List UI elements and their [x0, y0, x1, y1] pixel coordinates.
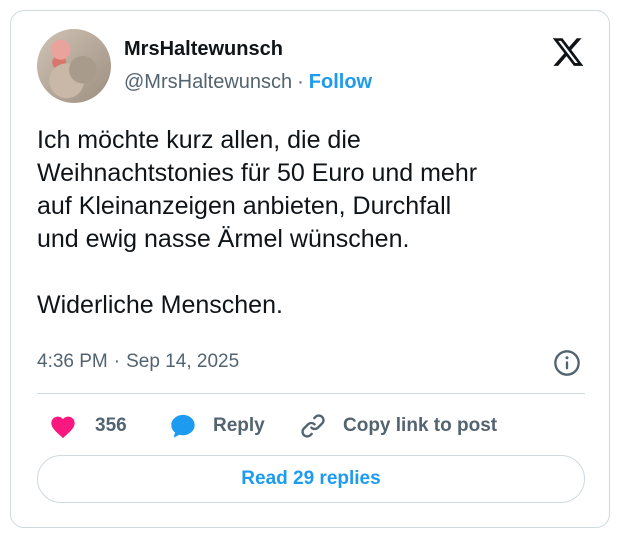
tweet-text: Ich möchte kurz allen, die die Weihnacht… [37, 124, 597, 322]
action-bar: 356 Reply Copy link to post [37, 411, 585, 441]
separator-dot: · [113, 351, 121, 372]
follow-button[interactable]: Follow [309, 71, 372, 93]
tweet-line: Weihnachtstonies für 50 Euro und mehr [37, 159, 478, 187]
link-icon [301, 414, 325, 438]
tweet-time: 4:36 PM [37, 351, 108, 372]
tweet-timestamp[interactable]: 4:36 PM · Sep 14, 2025 [37, 351, 239, 373]
divider [37, 393, 585, 394]
reply-bubble-icon [171, 414, 195, 438]
tweet-line: und ewig nasse Ärmel wünschen. [37, 225, 410, 253]
author-display-name[interactable]: MrsHaltewunsch [124, 38, 283, 61]
tweet-line: auf Kleinanzeigen anbieten, Durchfall [37, 192, 452, 220]
like-button[interactable]: 356 [49, 411, 127, 441]
author-handle-row: @MrsHaltewunsch · Follow [124, 71, 372, 94]
separator-dot: · [297, 71, 304, 93]
x-logo-icon[interactable] [551, 35, 585, 69]
heart-icon [51, 416, 75, 439]
avatar[interactable] [37, 29, 111, 103]
info-icon[interactable] [553, 349, 581, 377]
tweet-card: MrsHaltewunsch @MrsHaltewunsch · Follow Ic… [10, 10, 610, 528]
reply-button[interactable]: Reply [169, 411, 265, 441]
read-replies-button[interactable]: Read 29 replies [37, 455, 585, 503]
tweet-line: Ich möchte kurz allen, die die [37, 126, 361, 154]
reply-label: Reply [213, 415, 265, 436]
like-count: 356 [95, 415, 127, 436]
copy-link-label: Copy link to post [343, 415, 498, 436]
tweet-date: Sep 14, 2025 [126, 351, 240, 372]
copy-link-button[interactable]: Copy link to post [299, 411, 497, 441]
tweet-closing-line: Widerliche Menschen. [37, 291, 283, 319]
author-handle[interactable]: @MrsHaltewunsch [124, 71, 292, 93]
